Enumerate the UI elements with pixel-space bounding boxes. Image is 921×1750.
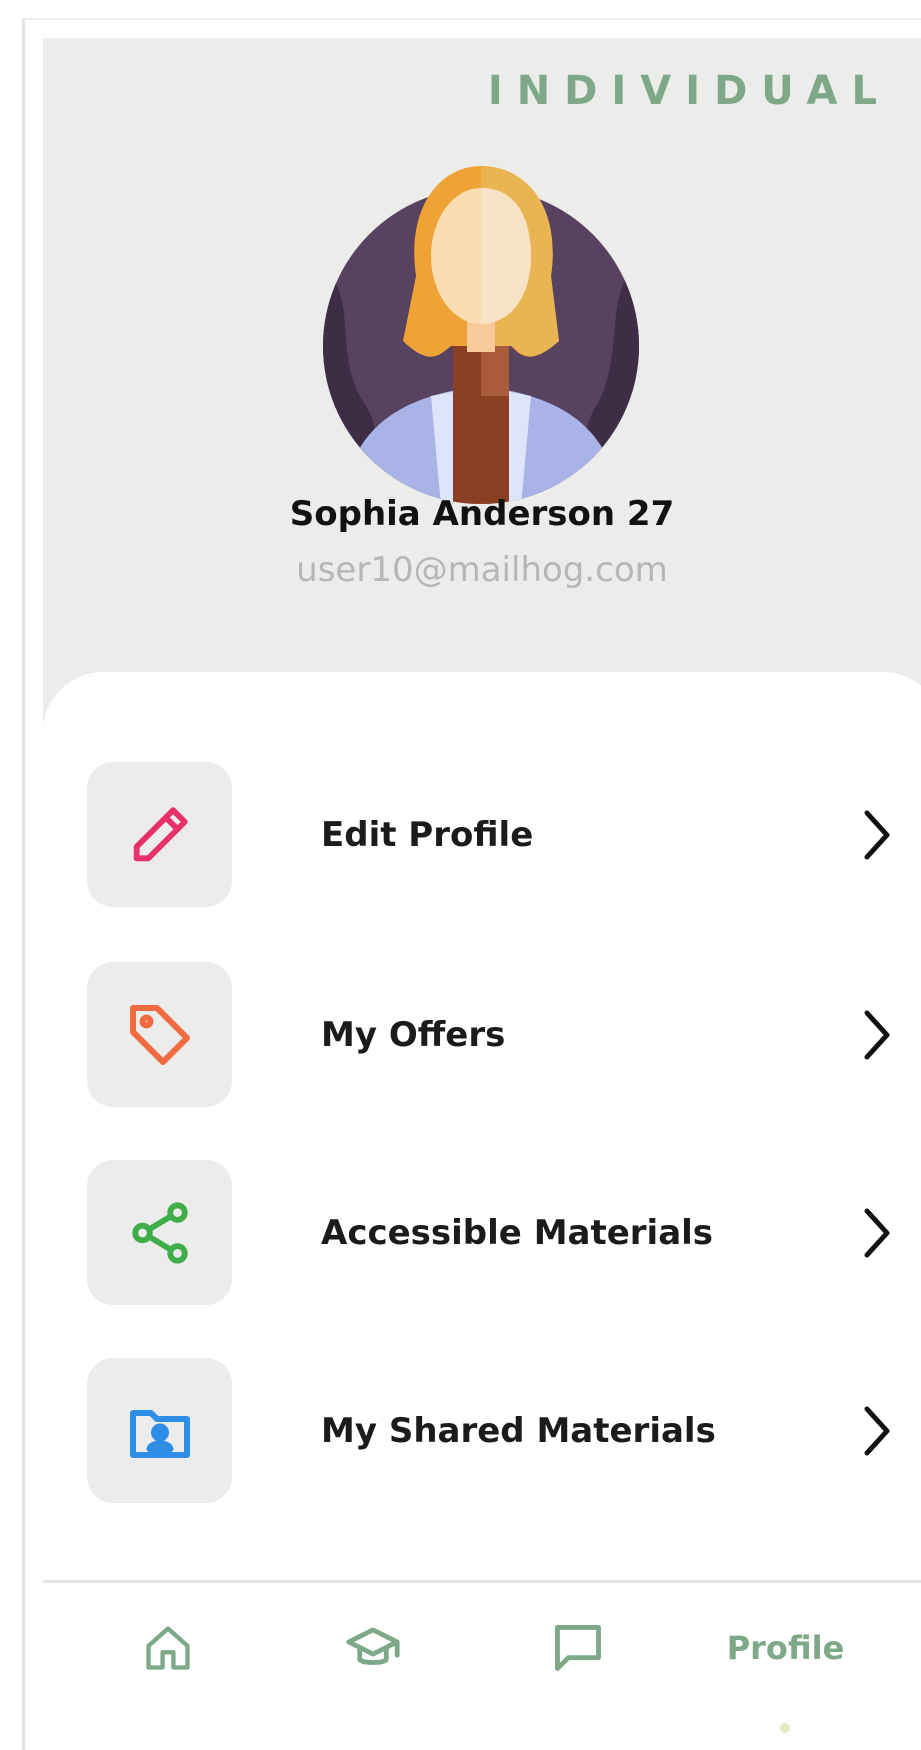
menu-icon-box bbox=[87, 1160, 232, 1305]
chevron-right-icon bbox=[864, 810, 890, 859]
window-left-edge bbox=[22, 18, 25, 1750]
nav-messages[interactable] bbox=[523, 1583, 633, 1713]
menu-item-my-shared-materials[interactable]: My Shared Materials bbox=[87, 1358, 897, 1503]
share-icon bbox=[131, 1201, 188, 1264]
nav-profile[interactable]: Profile bbox=[723, 1583, 848, 1713]
nav-profile-label: Profile bbox=[726, 1629, 845, 1667]
menu-icon-box bbox=[87, 1358, 232, 1503]
menu-icon-box bbox=[87, 962, 232, 1107]
window-top-edge bbox=[22, 18, 921, 20]
account-type-badge: INDIVIDUAL bbox=[487, 68, 891, 114]
chevron-right-icon bbox=[864, 1406, 890, 1455]
menu-icon-box bbox=[87, 762, 232, 907]
user-name: Sophia Anderson 27 bbox=[289, 494, 675, 534]
menu-item-my-offers[interactable]: My Offers bbox=[87, 962, 897, 1107]
profile-screen: INDIVIDUAL Sophia Anderson 27 user10@mai… bbox=[43, 38, 921, 1750]
nav-courses[interactable] bbox=[318, 1583, 428, 1713]
menu-label: My Offers bbox=[321, 1014, 506, 1055]
tag-icon bbox=[129, 1004, 190, 1065]
menu-item-edit-profile[interactable]: Edit Profile bbox=[87, 762, 897, 907]
user-avatar bbox=[323, 166, 639, 504]
chat-icon bbox=[555, 1625, 601, 1671]
menu-label: Edit Profile bbox=[321, 814, 534, 855]
active-tab-indicator bbox=[780, 1723, 790, 1733]
graduation-cap-icon bbox=[346, 1627, 400, 1665]
chevron-right-icon bbox=[864, 1010, 890, 1059]
nav-home[interactable] bbox=[113, 1583, 223, 1713]
pencil-icon bbox=[133, 806, 188, 861]
user-email: user10@mailhog.com bbox=[296, 550, 668, 590]
menu-label: Accessible Materials bbox=[321, 1212, 714, 1253]
bottom-navigation: Profile bbox=[43, 1580, 921, 1750]
folder-user-icon bbox=[129, 1409, 190, 1458]
chevron-right-icon bbox=[864, 1208, 890, 1257]
menu-label: My Shared Materials bbox=[321, 1410, 716, 1451]
home-icon bbox=[146, 1626, 190, 1670]
profile-menu-sheet: Edit Profile My Offers Accessible Materi… bbox=[43, 672, 921, 1622]
menu-item-accessible-materials[interactable]: Accessible Materials bbox=[87, 1160, 897, 1305]
